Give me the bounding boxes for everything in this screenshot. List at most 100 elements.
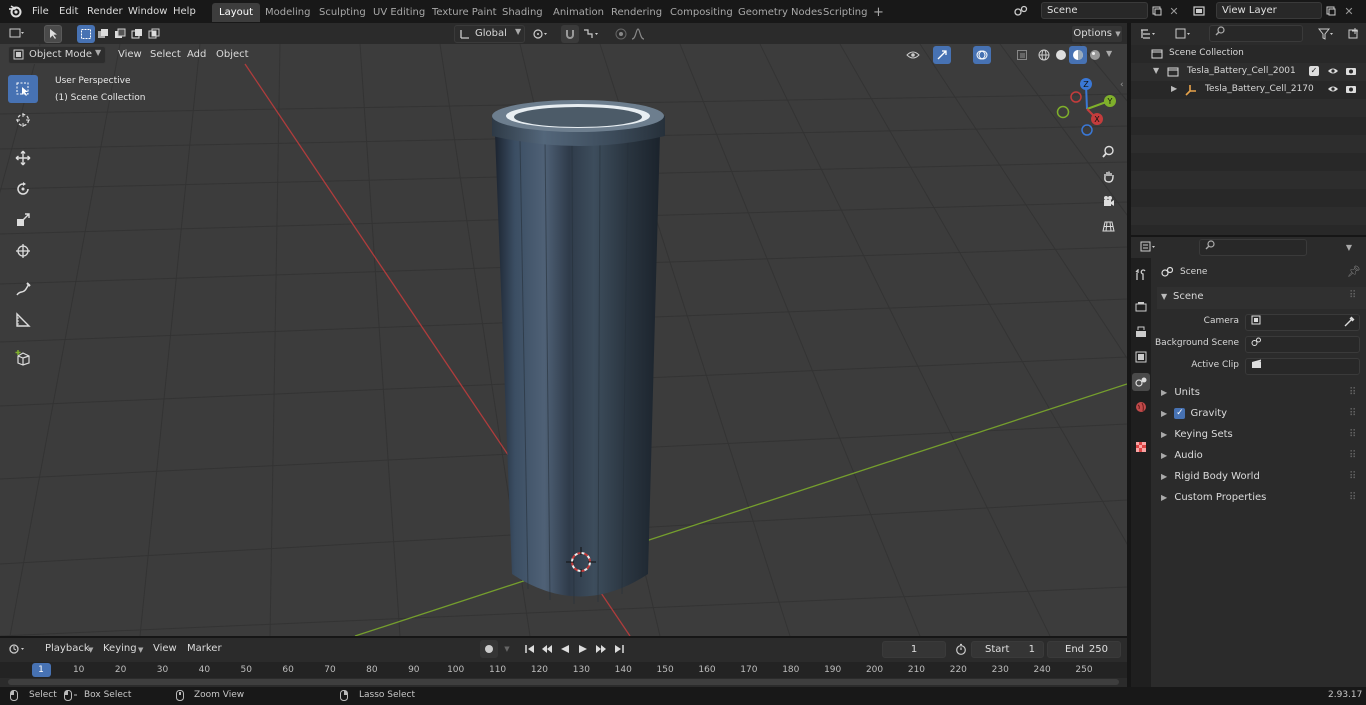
measure-tool[interactable] (8, 306, 38, 334)
properties-search-input[interactable] (1199, 239, 1307, 256)
subpanel-custom-properties[interactable]: ▶ Custom Properties ⠿ (1157, 487, 1366, 508)
outliner-root-row[interactable]: Scene Collection (1131, 45, 1366, 63)
wireframe-shading-icon[interactable] (1035, 46, 1053, 64)
battery-cell-body[interactable] (495, 134, 660, 597)
menu-keying[interactable]: Keying (97, 640, 143, 657)
cursor-tool[interactable] (8, 106, 38, 134)
menu-object[interactable]: Object (210, 46, 255, 63)
drag-handle-icon[interactable]: ⠿ (1349, 403, 1356, 424)
jump-keyframe-forward-icon[interactable] (592, 640, 610, 658)
menu-marker[interactable]: Marker (181, 640, 228, 657)
timeline-editor-type-icon[interactable] (8, 640, 26, 658)
properties-editor-type-icon[interactable] (1139, 238, 1157, 256)
options-dropdown[interactable]: Options ▼ (1071, 25, 1123, 43)
rotate-tool[interactable] (8, 175, 38, 203)
eye-icon[interactable] (1327, 84, 1339, 97)
visibility-icon[interactable] (904, 46, 922, 64)
select-box-tool[interactable] (8, 75, 38, 103)
expand-down-icon[interactable]: ▼ (1153, 66, 1159, 75)
tool-tab-icon[interactable] (1132, 266, 1150, 284)
tab-compositing[interactable]: Compositing (663, 3, 740, 22)
transform-tool[interactable] (8, 237, 38, 265)
outliner-row-object[interactable]: ▶ Tesla_Battery_Cell_2170 (1131, 81, 1366, 99)
menu-window[interactable]: Window (122, 3, 173, 20)
chevron-down-icon[interactable]: ▼ (1106, 49, 1112, 58)
scale-tool[interactable] (8, 206, 38, 234)
menu-view[interactable]: View (112, 46, 148, 63)
select-mode-new-icon[interactable] (77, 25, 95, 43)
subpanel-audio[interactable]: ▶ Audio ⠿ (1157, 445, 1366, 466)
view-layer-icon[interactable] (1190, 2, 1208, 20)
background-scene-field[interactable] (1245, 336, 1360, 353)
move-tool[interactable] (8, 144, 38, 172)
menu-help[interactable]: Help (167, 3, 202, 20)
camera-field[interactable] (1245, 314, 1360, 331)
scene-panel-header[interactable]: ▼ Scene ⠿ (1157, 287, 1366, 309)
xray-toggle-icon[interactable] (1013, 46, 1031, 64)
perspective-toggle-icon[interactable] (1099, 217, 1117, 235)
menu-timeline-view[interactable]: View (147, 640, 183, 657)
overlay-toggle-icon[interactable] (973, 46, 991, 64)
menu-file[interactable]: File (26, 3, 55, 20)
outliner-search-input[interactable] (1209, 25, 1303, 42)
copy-view-layer-icon[interactable] (1322, 2, 1340, 20)
select-mode-intersect-icon[interactable] (145, 25, 163, 43)
tab-sculpting[interactable]: Sculpting (312, 3, 373, 22)
view-layer-tab-icon[interactable] (1132, 348, 1150, 366)
play-reverse-icon[interactable] (556, 640, 574, 658)
expand-right-icon[interactable]: ▶ (1171, 84, 1177, 93)
tab-rendering[interactable]: Rendering (604, 3, 669, 22)
drag-handle-icon[interactable]: ⠿ (1349, 466, 1356, 487)
close-view-layer-icon[interactable]: ✕ (1340, 2, 1358, 20)
select-tool-icon[interactable] (44, 25, 62, 43)
stopwatch-icon[interactable] (952, 640, 970, 658)
area-divider[interactable] (1127, 636, 1131, 687)
outliner-editor-type-icon[interactable] (1139, 25, 1157, 43)
snap-toggle-icon[interactable] (561, 25, 579, 43)
tab-texture-paint[interactable]: Texture Paint (425, 3, 504, 22)
subpanel-keying-sets[interactable]: ▶ Keying Sets ⠿ (1157, 424, 1366, 445)
close-scene-icon[interactable]: ✕ (1165, 2, 1183, 20)
gravity-checkbox[interactable]: ✓ (1174, 407, 1186, 419)
pin-icon[interactable]: 📌︎ (1347, 265, 1361, 278)
copy-scene-icon[interactable] (1148, 2, 1166, 20)
annotate-tool[interactable] (8, 275, 38, 303)
scene-icon[interactable] (1012, 2, 1030, 20)
transform-orientation-dropdown[interactable]: Global ▼ (454, 25, 525, 43)
editor-type-icon[interactable] (8, 25, 26, 43)
active-clip-field[interactable] (1245, 358, 1360, 375)
blender-logo-icon[interactable] (8, 4, 22, 18)
play-icon[interactable] (574, 640, 592, 658)
rendered-shading-icon[interactable] (1086, 46, 1104, 64)
drag-handle-icon[interactable]: ⠿ (1349, 487, 1356, 508)
output-tab-icon[interactable] (1132, 323, 1150, 341)
menu-add[interactable]: Add (181, 46, 212, 63)
new-collection-icon[interactable] (1345, 25, 1363, 43)
add-workspace-button[interactable]: + (866, 3, 891, 22)
chevron-down-icon[interactable]: ▼ (498, 640, 516, 658)
camera-render-icon[interactable] (1345, 84, 1357, 97)
tab-animation[interactable]: Animation (546, 3, 611, 22)
tab-geometry-nodes[interactable]: Geometry Nodes (731, 3, 829, 22)
select-mode-invert-icon[interactable] (128, 25, 146, 43)
end-frame-field[interactable]: End 250 (1047, 641, 1121, 658)
eye-icon[interactable] (1327, 66, 1339, 79)
jump-keyframe-back-icon[interactable] (538, 640, 556, 658)
menu-edit[interactable]: Edit (53, 3, 84, 20)
sidebar-toggle-icon[interactable]: ‹ (1120, 80, 1127, 94)
pan-hand-icon[interactable] (1099, 167, 1117, 185)
scene-selector[interactable]: Scene (1041, 2, 1148, 19)
gizmo-toggle-icon[interactable] (933, 46, 951, 64)
select-mode-subtract-icon[interactable] (111, 25, 129, 43)
timeline-scrollbar[interactable] (8, 679, 1119, 685)
pivot-point-icon[interactable] (531, 25, 549, 43)
render-tab-icon[interactable] (1132, 298, 1150, 316)
navigation-gizmo[interactable]: Z Y X (1052, 74, 1122, 144)
world-tab-icon[interactable] (1132, 398, 1150, 416)
outliner-row-collection[interactable]: ▼ Tesla_Battery_Cell_2001 ✓ (1131, 63, 1366, 81)
snap-target-icon[interactable] (582, 25, 600, 43)
material-shading-icon[interactable] (1069, 46, 1087, 64)
subpanel-gravity[interactable]: ▶ ✓ Gravity ⠿ (1157, 403, 1366, 424)
view-layer-selector[interactable]: View Layer (1216, 2, 1322, 19)
solid-shading-icon[interactable] (1052, 46, 1070, 64)
